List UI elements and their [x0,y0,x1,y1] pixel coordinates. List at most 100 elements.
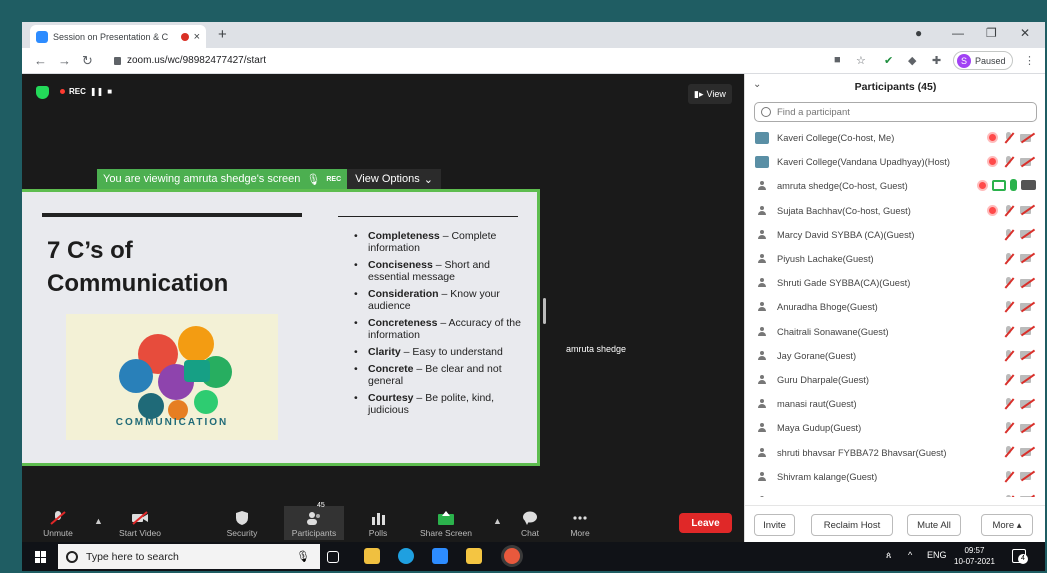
profile-button[interactable]: S Paused [953,51,1013,70]
video-off-icon [1020,204,1036,216]
search-input[interactable] [777,106,1017,118]
bookmark-star-icon[interactable]: ☆ [856,54,866,67]
video-off-icon [1020,277,1036,289]
extension-icon[interactable]: ◆ [908,54,916,67]
participant-row[interactable]: Jay Gorane(Guest) [745,344,1045,368]
participant-row[interactable]: amruta shedge(Co-host, Guest) [745,174,1045,198]
participant-row[interactable]: Purva Barve(Guest) [745,489,1045,497]
profile-status: Paused [975,55,1006,66]
people-icon[interactable]: ጰ [886,550,891,561]
participant-name: Sujata Bachhav(Co-host, Guest) [777,205,911,216]
polls-icon [372,513,385,525]
stop-recording-icon[interactable]: ■ [107,87,112,96]
restore-button[interactable]: ❐ [986,26,997,40]
leave-button[interactable]: Leave [679,513,732,533]
participant-row[interactable]: shruti bhavsar FYBBA72 Bhavsar(Guest) [745,440,1045,464]
split-resize-handle[interactable] [543,298,546,324]
mic-muted-icon [1002,397,1016,410]
participant-status-icons [1002,349,1036,362]
back-icon[interactable]: ← [34,53,47,68]
participant-name: shruti bhavsar FYBBA72 Bhavsar(Guest) [777,447,947,458]
profile-avatar: S [957,53,971,68]
participant-row[interactable]: Shruti Gade SYBBA(CA)(Guest) [745,271,1045,295]
new-tab-button[interactable]: + [218,26,227,43]
view-options-label: View Options [355,173,420,185]
bullet-item: Courtesy – Be polite, kind, judicious [352,392,527,416]
slide-title: 7 C’s of Communication [47,234,228,300]
participant-row[interactable]: Chaitrali Sonawane(Guest) [745,320,1045,344]
person-avatar-icon [755,422,769,434]
unmute-button[interactable]: Unmute [28,506,88,540]
start-video-button[interactable]: Start Video [110,506,170,540]
person-avatar-icon [755,326,769,338]
puzzle-extensions-icon[interactable]: ✚ [932,54,941,67]
reclaim-host-button[interactable]: Reclaim Host [811,514,893,536]
recording-bar[interactable]: REC ❚❚ ■ [60,87,112,96]
edge-app-icon[interactable] [398,548,414,564]
forward-icon[interactable]: → [58,53,71,68]
chrome-app-icon[interactable] [504,548,520,564]
mic-muted-icon [1002,131,1016,144]
minimize-button[interactable]: — [952,26,964,40]
banner-rec-label: REC [326,175,342,183]
encryption-shield-icon[interactable] [36,86,49,99]
participant-search[interactable] [754,102,1037,122]
mic-muted-icon [1002,325,1016,338]
cortana-icon [66,550,78,563]
file-explorer-icon[interactable] [466,548,482,564]
taskbar-search[interactable]: Type here to search 🎙 [58,544,320,569]
participant-row[interactable]: Kaveri College(Vandana Upadhyay)(Host) [745,150,1045,174]
participant-row[interactable]: Kaveri College(Co-host, Me) [745,126,1045,150]
close-window-button[interactable]: ✕ [1020,26,1030,40]
view-button[interactable]: ▮▸ View [688,84,732,104]
participant-row[interactable]: Guru Dharpale(Guest) [745,368,1045,392]
tab-strip: Session on Presentation & C × + ● — ❐ ✕ [22,22,1045,48]
participants-button[interactable]: 45 Participants [284,502,344,540]
polls-button[interactable]: Polls [348,506,408,540]
participant-row[interactable]: Marcy David SYBBA (CA)(Guest) [745,223,1045,247]
view-options-button[interactable]: View Options ⌄ [347,169,441,189]
windows-start-icon[interactable] [35,551,47,563]
tab-close-button[interactable]: × [194,31,200,43]
reload-icon[interactable]: ↻ [82,53,93,69]
participant-row[interactable]: manasi raut(Guest) [745,392,1045,416]
notifications-count: 4 [1018,554,1028,564]
browser-menu-icon[interactable]: ⋮ [1024,54,1035,67]
mail-app-icon[interactable] [432,548,448,564]
participant-row[interactable]: Shivram kalange(Guest) [745,465,1045,489]
store-app-icon[interactable] [364,548,380,564]
mic-muted-icon [1002,300,1016,313]
camera-permission-icon[interactable]: ■ [834,54,841,66]
recording-status-icon [977,179,988,191]
participant-row[interactable]: Piyush Lachake(Guest) [745,247,1045,271]
video-off-icon [1020,252,1036,264]
invite-button[interactable]: Invite [754,514,795,536]
task-view-icon[interactable] [327,551,339,563]
participant-row[interactable]: Maya Gudup(Guest) [745,416,1045,440]
microphone-icon[interactable]: 🎙 [296,550,310,563]
view-label: View [706,89,726,99]
more-button[interactable]: More [550,506,610,540]
extension-check-icon[interactable]: ✔ [884,54,893,67]
security-button[interactable]: Security [212,506,272,540]
more-options-button[interactable]: More ▴ [981,514,1033,536]
browser-tab[interactable]: Session on Presentation & C × [30,25,206,48]
screen: Session on Presentation & C × + ● — ❐ ✕ … [22,22,1045,571]
address-bar[interactable]: zoom.us/wc/98982477427/start [114,55,266,66]
participants-icon [307,512,320,525]
input-language[interactable]: ENG [927,550,947,560]
share-screen-button[interactable]: Share Screen [416,506,476,540]
mic-muted-icon: 🎙 [306,173,321,186]
video-off-icon [132,511,148,525]
panel-title: Participants (45) [854,81,937,93]
media-control-icon[interactable]: ● [915,26,922,40]
participant-row[interactable]: Anuradha Bhoge(Guest) [745,295,1045,319]
tray-chevron-icon[interactable]: ^ [908,550,912,560]
taskbar-clock[interactable]: 09:57 10-07-2021 [954,545,995,567]
audio-options-chevron-icon[interactable]: ▲ [94,516,103,526]
mute-all-button[interactable]: Mute All [907,514,961,536]
pause-recording-icon[interactable]: ❚❚ [90,87,103,96]
person-avatar-icon [755,277,769,289]
participant-row[interactable]: Sujata Bachhav(Co-host, Guest) [745,199,1045,223]
participant-status-icons [1002,397,1036,410]
